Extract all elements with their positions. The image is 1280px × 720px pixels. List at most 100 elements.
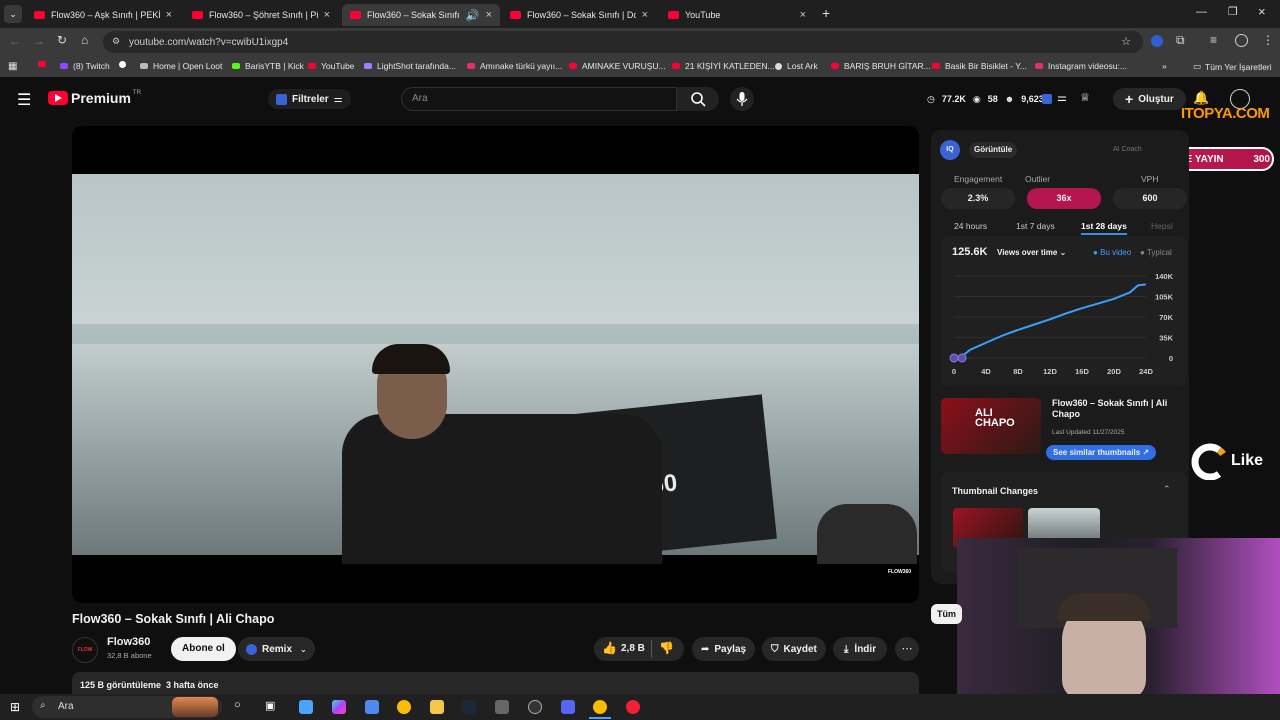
windows-start-icon[interactable]: ⊞ bbox=[10, 700, 20, 714]
home-icon[interactable]: ⌂ bbox=[81, 33, 88, 47]
range-24h[interactable]: 24 hours bbox=[954, 221, 987, 231]
all-bookmarks-folder[interactable]: ▭ Tüm Yer İşaretleri bbox=[1193, 61, 1272, 72]
filters-button[interactable]: Filtreler ⚌ bbox=[268, 89, 351, 109]
see-similar-thumbnails-button[interactable]: See similar thumbnails ↗ bbox=[1046, 445, 1157, 460]
bookmark-star-icon[interactable]: ☆ bbox=[1121, 35, 1131, 48]
browser-tab-1[interactable]: Flow360 – Aşk Sınıfı | PEKİZ - Yo × bbox=[26, 4, 180, 26]
bookmark-item[interactable]: 21 KİŞİYİ KATLEDEN... bbox=[672, 61, 775, 71]
video-thumbnail[interactable]: ALI CHAPO bbox=[941, 398, 1041, 454]
chrome-icon[interactable] bbox=[593, 700, 607, 714]
bookmark-item[interactable]: Instagram videosu:... bbox=[1035, 61, 1127, 71]
copilot-icon[interactable] bbox=[332, 700, 346, 714]
bookmark-item[interactable]: (8) Twitch bbox=[60, 61, 110, 71]
voice-search-button[interactable] bbox=[730, 87, 754, 111]
extension-icon[interactable] bbox=[1151, 35, 1163, 47]
create-button[interactable]: + Oluştur bbox=[1113, 88, 1186, 110]
store-icon[interactable] bbox=[365, 700, 379, 714]
metric-dropdown[interactable]: Views over time ⌄ bbox=[997, 248, 1066, 257]
speaker-icon[interactable]: 🔊 bbox=[466, 9, 480, 22]
close-icon[interactable]: × bbox=[486, 9, 492, 21]
event-marker[interactable] bbox=[949, 353, 959, 363]
minimize-button[interactable]: — bbox=[1196, 6, 1207, 18]
range-all[interactable]: Hepsi bbox=[1151, 221, 1173, 231]
subscribe-button[interactable]: Abone ol bbox=[171, 637, 236, 661]
profile-avatar[interactable] bbox=[1235, 34, 1248, 47]
sliders-icon[interactable]: ⚌ bbox=[1057, 91, 1067, 104]
taskbar-app-icon[interactable] bbox=[626, 700, 640, 714]
bookmark-item[interactable]: LightShot tarafında... bbox=[364, 61, 456, 71]
window-close-button[interactable]: × bbox=[1258, 4, 1266, 19]
restore-button[interactable]: ❐ bbox=[1228, 5, 1238, 18]
tab-ai-coach[interactable]: AI Coach bbox=[1113, 146, 1142, 153]
event-marker[interactable] bbox=[957, 353, 967, 363]
file-explorer-icon[interactable] bbox=[430, 700, 444, 714]
bookmark-item[interactable]: Home | Open Loot bbox=[140, 61, 222, 71]
taskbar-search-box[interactable]: ⌕ Ara bbox=[32, 696, 222, 718]
channel-avatar[interactable]: FLOW bbox=[72, 637, 98, 663]
tab-search-button[interactable]: ⌄ bbox=[4, 5, 22, 23]
apps-grid-icon[interactable]: ▦ bbox=[8, 61, 17, 72]
reload-icon[interactable]: ↻ bbox=[57, 33, 67, 47]
download-button[interactable]: ⤓ İndir bbox=[833, 637, 888, 661]
chevron-up-icon[interactable]: ⌃ bbox=[1163, 484, 1171, 495]
like-text: Like bbox=[1231, 452, 1264, 469]
taskbar-app-icon[interactable] bbox=[299, 700, 313, 714]
video-player[interactable]: FL◆W360 FLOW360 bbox=[72, 126, 919, 603]
range-28d[interactable]: 1st 28 days bbox=[1081, 221, 1127, 235]
hamburger-menu-icon[interactable]: ☰ bbox=[17, 90, 31, 110]
range-7d[interactable]: 1st 7 days bbox=[1016, 221, 1055, 231]
widgets-icon[interactable]: ▣ bbox=[265, 699, 275, 712]
thumbs-down-icon[interactable]: 👎 bbox=[659, 641, 674, 655]
browser-tab-5[interactable]: YouTube × bbox=[660, 4, 814, 26]
close-icon[interactable]: × bbox=[324, 9, 330, 21]
channel-name[interactable]: Flow360 bbox=[107, 636, 150, 648]
notifications-bell-icon[interactable]: 🔔 bbox=[1193, 90, 1209, 106]
x-tick-label: 20D bbox=[1107, 367, 1121, 376]
browser-tab-4[interactable]: Flow360 – Sokak Sınıfı | Dobra × bbox=[502, 4, 656, 26]
obs-icon[interactable] bbox=[528, 700, 542, 714]
menu-kebab-icon[interactable]: ⋮ bbox=[1262, 33, 1274, 47]
taskbar-app-icon[interactable] bbox=[495, 700, 509, 714]
bookmark-item[interactable]: AMINAKE VURUŞU... bbox=[569, 61, 666, 71]
close-icon[interactable]: × bbox=[800, 9, 806, 21]
like-count[interactable]: 2,8 B bbox=[621, 643, 645, 654]
browser-tab-2[interactable]: Flow360 – Şöhret Sınıfı | Pisko × bbox=[184, 4, 338, 26]
new-tab-button[interactable]: + bbox=[822, 5, 830, 21]
vidiq-icon[interactable] bbox=[1042, 94, 1052, 104]
tab-views[interactable]: Görüntüle bbox=[969, 142, 1018, 158]
close-icon[interactable]: × bbox=[642, 9, 648, 21]
search-input[interactable]: Ara bbox=[401, 87, 677, 111]
task-view-icon[interactable]: ○ bbox=[234, 699, 241, 711]
browser-tab-3[interactable]: Flow360 – Sokak Sınıfı | Ali Ch 🔊 × bbox=[342, 4, 500, 26]
bookmarks-overflow-icon[interactable]: » bbox=[1162, 61, 1167, 71]
close-icon[interactable]: × bbox=[166, 9, 172, 21]
bookmark-item[interactable]: Amınake türkü yayıı... bbox=[467, 61, 562, 71]
bookmark-item[interactable]: Lost Ark bbox=[775, 61, 818, 71]
description-box[interactable]: 125 B görüntüleme 3 hafta önce bbox=[72, 672, 919, 696]
search-button[interactable] bbox=[677, 87, 719, 111]
share-button[interactable]: ➦ Paylaş bbox=[692, 637, 756, 661]
extensions-puzzle-icon[interactable]: ⧉ bbox=[1176, 33, 1185, 48]
bookmark-item[interactable]: YouTube bbox=[308, 61, 354, 71]
bookmark-item[interactable]: BarisYTB | Kick bbox=[232, 61, 304, 71]
more-actions-button[interactable]: ⋯ bbox=[895, 637, 919, 661]
back-icon[interactable]: ← bbox=[9, 34, 21, 48]
region-code: TR bbox=[132, 90, 141, 96]
bookmark-item[interactable]: BARIŞ BRUH GİTAR... bbox=[831, 61, 931, 71]
steam-icon[interactable] bbox=[462, 700, 476, 714]
bookmark-item[interactable] bbox=[38, 61, 51, 67]
forward-icon[interactable]: → bbox=[33, 34, 45, 48]
discord-icon[interactable] bbox=[561, 700, 575, 714]
thumbs-up-icon[interactable]: 👍 bbox=[602, 641, 617, 655]
remix-button[interactable]: Remix ⌄ bbox=[238, 637, 315, 661]
chip-all[interactable]: Tüm bbox=[931, 604, 962, 624]
chrome-icon[interactable] bbox=[397, 700, 411, 714]
save-button[interactable]: ⛉ Kaydet bbox=[762, 637, 826, 661]
bookmark-item[interactable]: Basik Bir Bisiklet - Y... bbox=[932, 61, 1027, 71]
bookmark-item[interactable] bbox=[119, 61, 131, 68]
address-bar[interactable]: ⚙ youtube.com/watch?v=cwibU1ixgp4 ☆ bbox=[103, 31, 1143, 53]
site-info-icon[interactable]: ⚙ bbox=[112, 36, 120, 47]
youtube-logo[interactable]: Premium TR bbox=[48, 90, 141, 106]
media-control-icon[interactable]: ≡ bbox=[1210, 33, 1217, 47]
trophy-icon[interactable]: ♕ bbox=[1080, 91, 1090, 104]
